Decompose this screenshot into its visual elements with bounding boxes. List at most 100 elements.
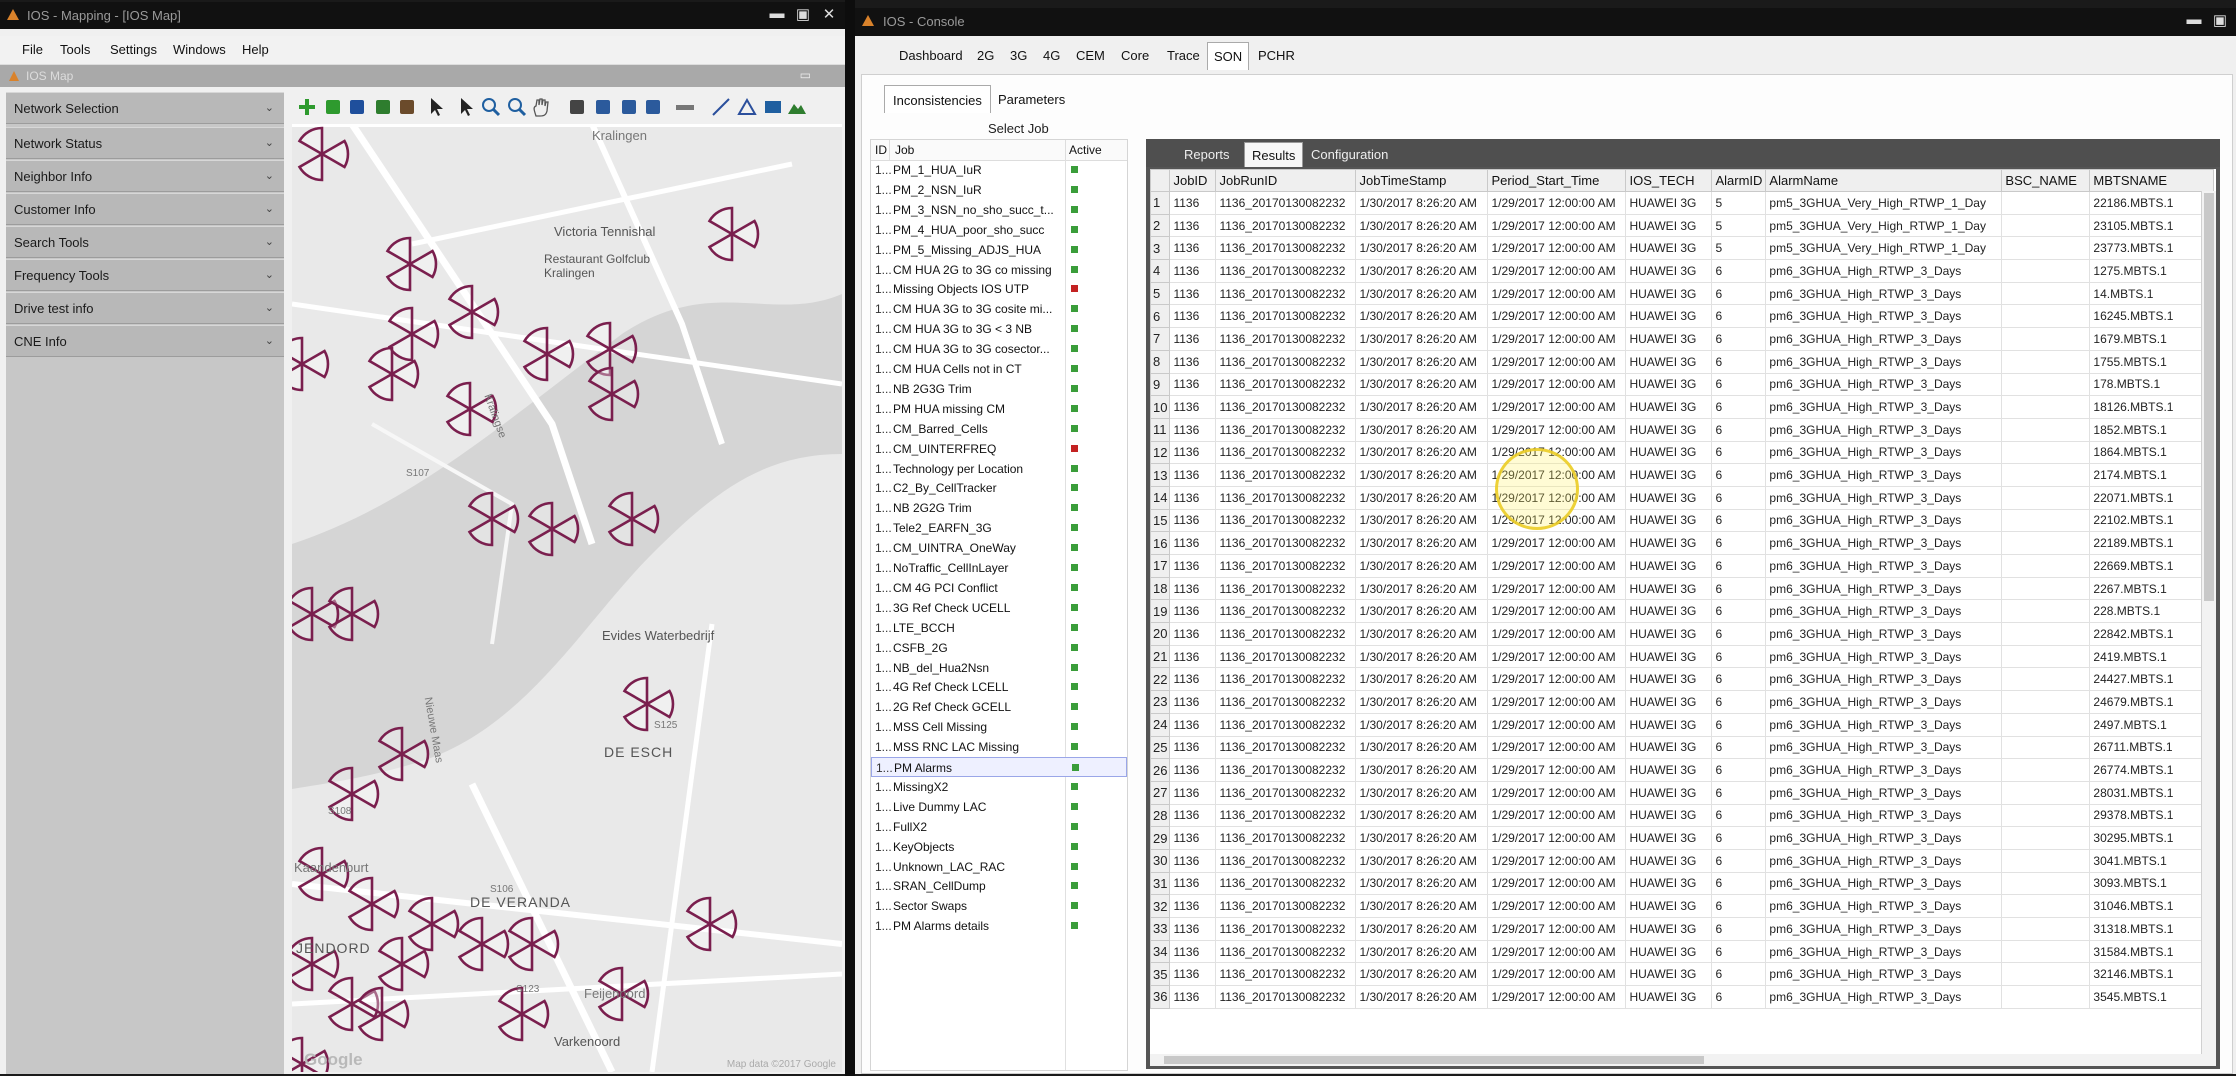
job-list-item[interactable]: 1... PM_3_NSN_no_sho_succ_t... bbox=[871, 200, 1127, 220]
table-cell[interactable]: pm6_3GHUA_High_RTWP_3_Days bbox=[1765, 508, 2003, 533]
table-cell[interactable]: pm6_3GHUA_High_RTWP_3_Days bbox=[1765, 735, 2003, 760]
table-cell[interactable]: HUAWEI 3G bbox=[1625, 826, 1713, 850]
job-list-item[interactable]: 1... CM HUA 3G to 3G < 3 NB bbox=[871, 319, 1127, 339]
table-cell[interactable]: HUAWEI 3G bbox=[1625, 803, 1713, 828]
table-row[interactable]: 35 1136 1136_20170130082232 1/30/2017 8:26:… bbox=[1150, 962, 2215, 987]
job-list-item[interactable]: 1... CM HUA 3G to 3G cosite mi... bbox=[871, 299, 1127, 319]
panel-item[interactable]: Network Selection ⌄ bbox=[6, 92, 284, 124]
table-cell[interactable]: HUAWEI 3G bbox=[1625, 939, 1713, 964]
table-cell[interactable]: 1136 bbox=[1169, 508, 1217, 533]
row-number[interactable]: 26 bbox=[1150, 758, 1171, 782]
table-cell[interactable]: HUAWEI 3G bbox=[1625, 213, 1713, 238]
table-cell[interactable]: HUAWEI 3G bbox=[1625, 417, 1713, 442]
select-area-icon[interactable] bbox=[592, 96, 614, 118]
table-cell[interactable]: 1/29/2017 12:00:00 AM bbox=[1487, 803, 1627, 828]
table-cell[interactable]: 1/30/2017 8:26:20 AM bbox=[1355, 917, 1489, 941]
rectangle-icon[interactable] bbox=[762, 96, 784, 118]
table-cell[interactable]: 31046.MBTS.1 bbox=[2089, 894, 2215, 918]
cell-site-marker[interactable] bbox=[347, 876, 400, 932]
table-cell[interactable]: 1/30/2017 8:26:20 AM bbox=[1355, 780, 1489, 805]
tab-core[interactable]: Core bbox=[1121, 48, 1149, 63]
table-cell[interactable]: 1136 bbox=[1169, 803, 1217, 828]
table-cell[interactable]: 1/29/2017 12:00:00 AM bbox=[1487, 531, 1627, 555]
table-cell[interactable]: 1136_20170130082232 bbox=[1215, 690, 1357, 714]
table-cell[interactable]: 1136_20170130082232 bbox=[1215, 236, 1357, 261]
row-number[interactable]: 3 bbox=[1150, 236, 1171, 261]
table-cell[interactable]: pm6_3GHUA_High_RTWP_3_Days bbox=[1765, 917, 2003, 941]
tab-pchr[interactable]: PCHR bbox=[1258, 48, 1295, 63]
menu-settings[interactable]: Settings bbox=[110, 42, 157, 57]
table-cell[interactable]: 6 bbox=[1711, 576, 1767, 601]
table-cell[interactable]: 1136_20170130082232 bbox=[1215, 735, 1357, 760]
table-cell[interactable]: 3545.MBTS.1 bbox=[2089, 985, 2215, 1009]
table-row[interactable]: 28 1136 1136_20170130082232 1/30/2017 8:26:… bbox=[1150, 803, 2215, 828]
table-cell[interactable]: pm6_3GHUA_High_RTWP_3_Days bbox=[1765, 372, 2003, 397]
table-cell[interactable] bbox=[2001, 735, 2091, 760]
select-shape-icon[interactable] bbox=[642, 96, 664, 118]
table-row[interactable]: 30 1136 1136_20170130082232 1/30/2017 8:26:… bbox=[1150, 848, 2215, 873]
table-row[interactable]: 20 1136 1136_20170130082232 1/30/2017 8:26:… bbox=[1150, 622, 2215, 646]
active-status-indicator[interactable] bbox=[1071, 862, 1078, 870]
table-row[interactable]: 13 1136 1136_20170130082232 1/30/2017 8:26:… bbox=[1150, 463, 2215, 487]
row-number[interactable]: 34 bbox=[1150, 939, 1171, 964]
active-status-indicator[interactable] bbox=[1071, 683, 1078, 691]
grid-column-header[interactable]: BSC_NAME bbox=[2001, 169, 2091, 192]
job-list-item[interactable]: 1... PM HUA missing CM bbox=[871, 399, 1127, 419]
active-status-indicator[interactable] bbox=[1071, 345, 1078, 353]
table-cell[interactable]: HUAWEI 3G bbox=[1625, 508, 1713, 533]
table-cell[interactable] bbox=[2001, 939, 2091, 964]
job-list-item[interactable]: 1... MSS Cell Missing bbox=[871, 717, 1127, 737]
table-row[interactable]: 33 1136 1136_20170130082232 1/30/2017 8:26:… bbox=[1150, 917, 2215, 941]
row-number[interactable]: 16 bbox=[1150, 531, 1171, 555]
tab-inconsistencies[interactable]: Inconsistencies bbox=[884, 85, 991, 113]
table-cell[interactable]: 1/29/2017 12:00:00 AM bbox=[1487, 667, 1627, 692]
table-cell[interactable]: 1/29/2017 12:00:00 AM bbox=[1487, 349, 1627, 374]
job-list-item[interactable]: 1... CM 4G PCI Conflict bbox=[871, 578, 1127, 598]
table-cell[interactable]: pm6_3GHUA_High_RTWP_3_Days bbox=[1765, 622, 2003, 646]
table-cell[interactable] bbox=[2001, 372, 2091, 397]
table-cell[interactable]: 1/29/2017 12:00:00 AM bbox=[1487, 508, 1627, 533]
job-list-item[interactable]: 1... C2_By_CellTracker bbox=[871, 478, 1127, 498]
table-row[interactable]: 26 1136 1136_20170130082232 1/30/2017 8:26:… bbox=[1150, 758, 2215, 782]
select-icon[interactable] bbox=[566, 96, 588, 118]
table-cell[interactable]: pm6_3GHUA_High_RTWP_3_Days bbox=[1765, 871, 2003, 896]
active-status-indicator[interactable] bbox=[1071, 922, 1078, 930]
table-cell[interactable]: HUAWEI 3G bbox=[1625, 259, 1713, 283]
table-cell[interactable]: 22071.MBTS.1 bbox=[2089, 485, 2215, 510]
cell-site-marker[interactable] bbox=[507, 916, 560, 972]
console-titlebar[interactable]: IOS - Console ▬ ▣ bbox=[855, 8, 2236, 36]
table-cell[interactable]: 6 bbox=[1711, 281, 1767, 306]
table-cell[interactable]: 1136 bbox=[1169, 917, 1217, 941]
table-cell[interactable]: 1/30/2017 8:26:20 AM bbox=[1355, 281, 1489, 306]
table-cell[interactable] bbox=[2001, 417, 2091, 442]
table-cell[interactable]: 1/29/2017 12:00:00 AM bbox=[1487, 576, 1627, 601]
layers-icon[interactable] bbox=[372, 96, 394, 118]
restore-icon[interactable]: ▣ bbox=[2212, 11, 2228, 29]
row-number[interactable]: 1 bbox=[1150, 191, 1171, 215]
tab-configuration[interactable]: Configuration bbox=[1311, 147, 1388, 162]
table-cell[interactable]: 6 bbox=[1711, 417, 1767, 442]
active-status-indicator[interactable] bbox=[1071, 166, 1078, 173]
table-row[interactable]: 1 1136 1136_20170130082232 1/30/2017 8:26:2… bbox=[1150, 191, 2215, 215]
menu-tools[interactable]: Tools bbox=[60, 42, 90, 57]
table-cell[interactable]: 6 bbox=[1711, 644, 1767, 669]
panel-item[interactable]: Customer Info ⌄ bbox=[6, 193, 284, 225]
row-number[interactable]: 13 bbox=[1150, 463, 1171, 487]
table-cell[interactable]: 1/30/2017 8:26:20 AM bbox=[1355, 508, 1489, 533]
table-cell[interactable]: 1136_20170130082232 bbox=[1215, 485, 1357, 510]
table-cell[interactable]: 1136 bbox=[1169, 417, 1217, 442]
active-status-indicator[interactable] bbox=[1071, 882, 1078, 890]
table-cell[interactable]: 1136 bbox=[1169, 871, 1217, 896]
table-cell[interactable]: 1136_20170130082232 bbox=[1215, 191, 1357, 215]
table-cell[interactable]: 1136 bbox=[1169, 826, 1217, 850]
table-row[interactable]: 6 1136 1136_20170130082232 1/30/2017 8:26:2… bbox=[1150, 304, 2215, 329]
grid-vertical-scrollbar[interactable] bbox=[2201, 191, 2216, 1054]
polygon-icon[interactable] bbox=[736, 96, 758, 118]
table-cell[interactable]: 6 bbox=[1711, 826, 1767, 850]
table-cell[interactable]: 22189.MBTS.1 bbox=[2089, 531, 2215, 555]
table-cell[interactable] bbox=[2001, 508, 2091, 533]
active-status-indicator[interactable] bbox=[1071, 623, 1078, 631]
row-number[interactable]: 18 bbox=[1150, 576, 1171, 601]
table-cell[interactable]: 1136 bbox=[1169, 440, 1217, 465]
table-cell[interactable]: 1/30/2017 8:26:20 AM bbox=[1355, 213, 1489, 238]
